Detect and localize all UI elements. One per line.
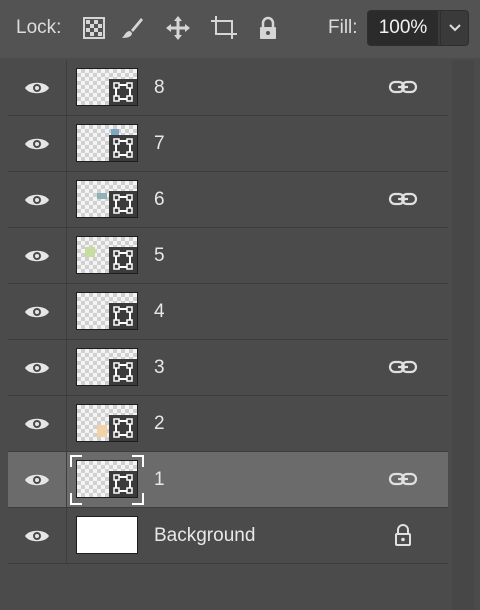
visibility-eye-icon[interactable] bbox=[8, 228, 67, 283]
visibility-eye-icon[interactable] bbox=[8, 284, 67, 339]
fill-label: Fill: bbox=[328, 17, 358, 38]
lock-position-icon[interactable] bbox=[164, 14, 192, 42]
layers-scrollbar[interactable] bbox=[452, 60, 474, 610]
lock-artboard-icon[interactable] bbox=[210, 14, 238, 42]
link-icon[interactable] bbox=[386, 465, 420, 493]
link-icon[interactable] bbox=[386, 185, 420, 213]
layer-name[interactable]: 3 bbox=[154, 357, 165, 379]
selection-bracket bbox=[70, 455, 82, 467]
fill-dropdown-button[interactable] bbox=[440, 11, 468, 45]
layer-row[interactable]: 8 bbox=[8, 60, 448, 116]
smart-object-icon bbox=[109, 359, 137, 385]
layer-row[interactable]: 6 bbox=[8, 172, 448, 228]
layer-thumbnail[interactable] bbox=[76, 516, 138, 554]
chevron-down-icon bbox=[449, 24, 461, 32]
layer-thumbnail[interactable] bbox=[76, 68, 138, 106]
layer-name[interactable]: Background bbox=[154, 525, 255, 547]
visibility-eye-icon[interactable] bbox=[8, 396, 67, 451]
layers-toolbar: Lock: Fill: 100% bbox=[0, 0, 480, 58]
fill-value-input[interactable]: 100% bbox=[368, 11, 438, 45]
layer-name[interactable]: 4 bbox=[154, 301, 165, 323]
layer-thumbnail[interactable] bbox=[76, 404, 138, 442]
smart-object-icon bbox=[109, 135, 137, 161]
visibility-eye-icon[interactable] bbox=[8, 452, 67, 507]
smart-object-icon bbox=[109, 191, 137, 217]
thumbnail-swatch bbox=[97, 425, 107, 437]
layer-name[interactable]: 2 bbox=[154, 413, 165, 435]
lock-label: Lock: bbox=[16, 17, 62, 38]
smart-object-icon bbox=[109, 79, 137, 105]
layer-name[interactable]: 1 bbox=[154, 469, 165, 491]
lock-image-pixels-icon[interactable] bbox=[118, 14, 146, 42]
layer-name[interactable]: 6 bbox=[154, 189, 165, 211]
layer-row[interactable]: 3 bbox=[8, 340, 448, 396]
layer-row[interactable]: 1 bbox=[8, 452, 448, 508]
fill-field[interactable]: 100% bbox=[367, 10, 469, 46]
smart-object-icon bbox=[109, 303, 137, 329]
layer-thumbnail[interactable] bbox=[76, 292, 138, 330]
layer-row[interactable]: Background bbox=[8, 508, 448, 564]
layers-list: 8 7 6 5 4 3 2 1 Background bbox=[8, 60, 448, 564]
link-icon[interactable] bbox=[386, 73, 420, 101]
layer-row[interactable]: 5 bbox=[8, 228, 448, 284]
visibility-eye-icon[interactable] bbox=[8, 60, 67, 115]
layer-thumbnail[interactable] bbox=[76, 460, 138, 498]
selection-bracket bbox=[70, 493, 82, 505]
visibility-eye-icon[interactable] bbox=[8, 116, 67, 171]
layer-row[interactable]: 4 bbox=[8, 284, 448, 340]
layer-name[interactable]: 5 bbox=[154, 245, 165, 267]
selection-bracket bbox=[132, 493, 144, 505]
layer-name[interactable]: 8 bbox=[154, 77, 165, 99]
layer-thumbnail[interactable] bbox=[76, 180, 138, 218]
thumbnail-swatch bbox=[97, 193, 107, 199]
thumbnail-swatch bbox=[85, 247, 95, 257]
layer-thumbnail[interactable] bbox=[76, 348, 138, 386]
layer-thumbnail[interactable] bbox=[76, 124, 138, 162]
lock-transparent-pixels-icon[interactable] bbox=[80, 14, 108, 42]
visibility-eye-icon[interactable] bbox=[8, 340, 67, 395]
smart-object-icon bbox=[109, 415, 137, 441]
layer-thumbnail[interactable] bbox=[76, 236, 138, 274]
lock-icon[interactable] bbox=[386, 521, 420, 549]
lock-all-icon[interactable] bbox=[254, 14, 282, 42]
visibility-eye-icon[interactable] bbox=[8, 508, 67, 563]
layer-name[interactable]: 7 bbox=[154, 133, 165, 155]
selection-bracket bbox=[132, 455, 144, 467]
layer-row[interactable]: 2 bbox=[8, 396, 448, 452]
smart-object-icon bbox=[109, 247, 137, 273]
link-icon[interactable] bbox=[386, 353, 420, 381]
visibility-eye-icon[interactable] bbox=[8, 172, 67, 227]
layer-row[interactable]: 7 bbox=[8, 116, 448, 172]
